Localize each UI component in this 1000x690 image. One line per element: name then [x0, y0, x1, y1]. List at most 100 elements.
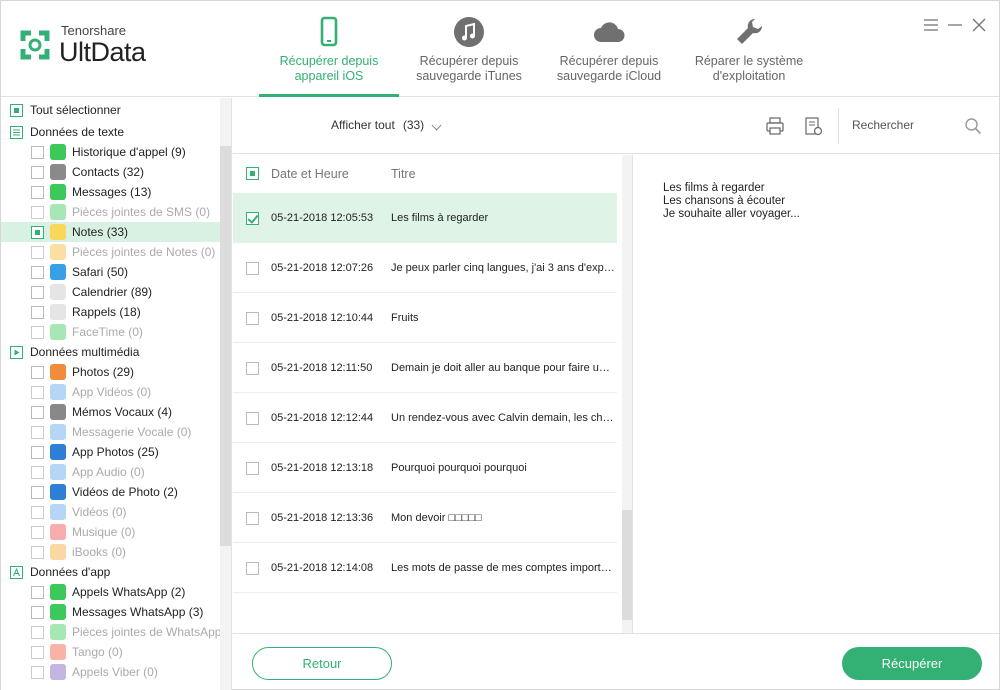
item-checkbox[interactable]: [31, 506, 44, 519]
sidebar-item[interactable]: Appels Viber (0): [1, 662, 220, 682]
sidebar-item[interactable]: iBooks (0): [1, 542, 220, 562]
sidebar-item[interactable]: Vidéos (0): [1, 502, 220, 522]
item-checkbox[interactable]: [31, 146, 44, 159]
sidebar-item-label: App Photos: [72, 445, 135, 459]
item-checkbox[interactable]: [31, 646, 44, 659]
select-all-checkbox[interactable]: [10, 104, 23, 117]
item-checkbox[interactable]: [31, 626, 44, 639]
sidebar-item[interactable]: App Vidéos (0): [1, 382, 220, 402]
sidebar-item[interactable]: Notes (33): [1, 222, 220, 242]
sidebar-scrollbar[interactable]: [220, 98, 231, 690]
item-checkbox[interactable]: [31, 306, 44, 319]
sidebar-item[interactable]: Photos (29): [1, 362, 220, 382]
item-checkbox[interactable]: [31, 466, 44, 479]
sidebar-item[interactable]: App Photos (25): [1, 442, 220, 462]
sidebar-item[interactable]: Mémos Vocaux (4): [1, 402, 220, 422]
table-row[interactable]: 05-21-2018 12:13:36 Mon devoir □□□□□: [233, 493, 617, 543]
minimize-icon[interactable]: [947, 17, 963, 33]
filter-label: Afficher tout: [331, 118, 395, 132]
back-button[interactable]: Retour: [252, 647, 392, 680]
nav-repair-system[interactable]: Réparer le système d'exploitation: [679, 1, 819, 97]
sidebar-item[interactable]: Appels WhatsApp (2): [1, 582, 220, 602]
search-input[interactable]: Rechercher: [852, 118, 914, 132]
item-checkbox[interactable]: [31, 206, 44, 219]
close-icon[interactable]: [971, 17, 987, 33]
column-date[interactable]: Date et Heure: [271, 155, 349, 193]
table-row[interactable]: 05-21-2018 12:11:50 Demain je doit aller …: [233, 343, 617, 393]
chevron-down-icon[interactable]: [431, 120, 442, 131]
filter-dropdown[interactable]: Afficher tout (33): [331, 118, 424, 132]
sidebar-item[interactable]: FaceTime (0): [1, 322, 220, 342]
item-checkbox[interactable]: [31, 366, 44, 379]
row-checkbox[interactable]: [246, 562, 259, 575]
row-checkbox[interactable]: [246, 312, 259, 325]
sidebar-item[interactable]: App Audio (0): [1, 462, 220, 482]
item-checkbox[interactable]: [31, 546, 44, 559]
select-all-row[interactable]: Tout sélectionner: [1, 100, 220, 120]
row-checkbox[interactable]: [246, 512, 259, 525]
category-text-data[interactable]: Données de texte: [1, 122, 220, 142]
category-media-data[interactable]: Données multimédia: [1, 342, 220, 362]
sidebar-item[interactable]: Messagerie Vocale (0): [1, 422, 220, 442]
item-checkbox[interactable]: [31, 606, 44, 619]
menu-icon[interactable]: [923, 17, 939, 33]
sidebar-item-count: (0): [176, 425, 192, 439]
row-checkbox[interactable]: [246, 412, 259, 425]
column-title[interactable]: Titre: [391, 155, 416, 193]
scrollbar-thumb[interactable]: [220, 146, 231, 546]
item-checkbox[interactable]: [31, 666, 44, 679]
item-checkbox[interactable]: [31, 246, 44, 259]
item-checkbox[interactable]: [31, 586, 44, 599]
row-checkbox[interactable]: [246, 212, 259, 225]
item-checkbox[interactable]: [31, 226, 44, 239]
sidebar-item[interactable]: Calendrier (89): [1, 282, 220, 302]
table-row[interactable]: 05-21-2018 12:05:53 Les films à regarder: [233, 193, 617, 243]
row-checkbox[interactable]: [246, 362, 259, 375]
item-checkbox[interactable]: [31, 406, 44, 419]
nav-recover-ios[interactable]: Récupérer depuis appareil iOS: [259, 1, 399, 97]
list-scrollbar[interactable]: [622, 155, 632, 633]
sidebar-item[interactable]: Pièces jointes de Notes (0): [1, 242, 220, 262]
sidebar-item[interactable]: Vidéos de Photo (2): [1, 482, 220, 502]
whatsapp-icon: [50, 604, 66, 620]
item-checkbox[interactable]: [31, 526, 44, 539]
sidebar-item[interactable]: Tango (0): [1, 642, 220, 662]
table-row[interactable]: 05-21-2018 12:12:44 Un rendez-vous avec C…: [233, 393, 617, 443]
item-checkbox[interactable]: [31, 386, 44, 399]
item-checkbox[interactable]: [31, 426, 44, 439]
row-checkbox[interactable]: [246, 262, 259, 275]
sidebar-item[interactable]: Contacts (32): [1, 162, 220, 182]
item-checkbox[interactable]: [31, 186, 44, 199]
row-checkbox[interactable]: [246, 462, 259, 475]
scrollbar-thumb[interactable]: [622, 510, 632, 620]
sidebar-item[interactable]: Messages WhatsApp (3): [1, 602, 220, 622]
item-checkbox[interactable]: [31, 166, 44, 179]
nav-recover-icloud[interactable]: Récupérer depuis sauvegarde iCloud: [539, 1, 679, 97]
item-checkbox[interactable]: [31, 326, 44, 339]
sidebar-item[interactable]: Pièces jointes de SMS (0): [1, 202, 220, 222]
table-row[interactable]: 05-21-2018 12:07:26 Je peux parler cinq l…: [233, 243, 617, 293]
sidebar-item[interactable]: Safari (50): [1, 262, 220, 282]
item-checkbox[interactable]: [31, 446, 44, 459]
search-icon[interactable]: [964, 117, 982, 135]
select-all-rows-checkbox[interactable]: [246, 167, 259, 180]
category-app-data[interactable]: Données d'app: [1, 562, 220, 582]
nav-recover-itunes[interactable]: Récupérer depuis sauvegarde iTunes: [399, 1, 539, 97]
table-row[interactable]: 05-21-2018 12:13:18 Pourquoi pourquoi pou…: [233, 443, 617, 493]
sidebar-item[interactable]: Musique (0): [1, 522, 220, 542]
recover-button[interactable]: Récupérer: [842, 647, 982, 680]
item-checkbox[interactable]: [31, 286, 44, 299]
sidebar-item[interactable]: Rappels (18): [1, 302, 220, 322]
table-row[interactable]: 05-21-2018 12:14:08 Les mots de passe de …: [233, 543, 617, 593]
sidebar-item-count: (50): [106, 265, 129, 279]
sidebar-item[interactable]: Messages (13): [1, 182, 220, 202]
sidebar-item[interactable]: Historique d'appel (9): [1, 142, 220, 162]
table-row[interactable]: 05-21-2018 12:10:44 Fruits: [233, 293, 617, 343]
printer-icon[interactable]: [765, 116, 785, 136]
row-date: 05-21-2018 12:11:50: [271, 362, 373, 374]
export-icon[interactable]: [803, 116, 823, 136]
sidebar-item-label: Photos: [72, 365, 110, 379]
item-checkbox[interactable]: [31, 486, 44, 499]
sidebar-item[interactable]: Pièces jointes de WhatsApp (0): [1, 622, 231, 642]
item-checkbox[interactable]: [31, 266, 44, 279]
